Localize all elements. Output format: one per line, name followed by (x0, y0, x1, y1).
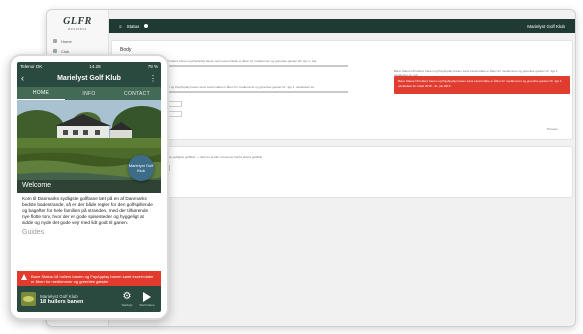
club-logo-label: Marielyst Golf Klub (128, 163, 154, 173)
club-name[interactable]: Marielyst Golf Klub (527, 24, 565, 29)
logo-subtext: BUSINESS (68, 26, 87, 31)
warning-icon (21, 274, 27, 280)
status-field[interactable]: 18 hullers banen og PayApplay banen samt… (148, 85, 314, 89)
welcome-label: Welcome (22, 182, 52, 189)
gear-icon: ⚙ (122, 290, 132, 302)
status-card: Body Header Bane Status:18 hullers banen… (111, 40, 573, 140)
settings-button[interactable]: ⚙ Settings (117, 290, 137, 307)
guides-heading: Guides (22, 229, 45, 237)
clock: 14.28 (89, 63, 101, 69)
status-bar: Telenor DK 14.28 78 % (17, 62, 161, 70)
course-thumbnail (21, 292, 36, 306)
sidebar-item-label: Home (61, 38, 72, 44)
course-name: 18 hullers banen (40, 298, 84, 305)
phone-device: Telenor DK 14.28 78 % ‹ Marielyst Golf K… (9, 54, 169, 320)
intro-paragraph: Kom til Danmarks sydligste golfbane tæt … (22, 196, 153, 226)
carrier-label: Telenor DK (20, 63, 43, 69)
tab-contact[interactable]: CONTACT (113, 87, 161, 100)
back-arrow-icon[interactable]: ‹ (21, 74, 31, 83)
alert-text: Bane Status:18 hullers banen og PayAppla… (31, 273, 154, 284)
app-logo: GLFR BUSINESS (47, 10, 108, 36)
battery-level: 78 % (147, 63, 158, 69)
tab-home[interactable]: HOME (17, 87, 65, 100)
sidebar-item-label: Club (61, 48, 70, 54)
phone-screen: Telenor DK 14.28 78 % ‹ Marielyst Golf K… (17, 62, 161, 312)
card-heading: Body (120, 47, 132, 53)
app-title: Marielyst Golf Klub (57, 75, 121, 82)
course-info[interactable]: Marielyst Golf Klub 18 hullers banen (40, 294, 117, 305)
club-logo-badge[interactable]: Marielyst Golf Klub (128, 155, 154, 181)
play-icon (143, 291, 151, 302)
app-bar: ‹ Marielyst Golf Klub ⋮ (17, 70, 161, 87)
status-alert-banner[interactable]: Bane Status:18 hullers banen og PayAppla… (17, 271, 161, 286)
sidebar-item-home[interactable]: Home (47, 36, 108, 46)
page-title: Status (126, 23, 140, 29)
info-icon[interactable] (144, 24, 149, 28)
field-underline (148, 91, 348, 93)
header-field[interactable]: Bane Status:18 hullers banen og PayAplay… (148, 59, 316, 63)
tab-info[interactable]: INFO (65, 87, 113, 100)
settings-label: Settings (121, 302, 133, 307)
tab-bar: HOME INFO CONTACT (17, 87, 161, 100)
screenshot-stage: GLFR BUSINESS Home Club ≡ Status Marielyst… (0, 0, 583, 334)
home-icon (53, 39, 57, 43)
menu-icon[interactable]: ≡ (119, 24, 122, 29)
club-icon (53, 49, 57, 53)
desktop-topbar: ≡ Status Marielyst Golf Klub (109, 19, 575, 33)
hero-image: Marielyst Golf Klub Welcome (17, 100, 161, 193)
bottom-bar: Marielyst Golf Klub 18 hullers banen ⚙ S… (17, 286, 161, 312)
field-underline (148, 65, 348, 67)
status-preview-banner: Bane Status:18 hullers banen og PayAppla… (394, 76, 570, 94)
start-game-label: Start Game (139, 302, 155, 307)
more-vert-icon[interactable]: ⋮ (147, 74, 157, 83)
desktop-main: Body Header Bane Status:18 hullers banen… (109, 38, 573, 322)
start-game-button[interactable]: Start Game (137, 291, 157, 307)
logo-text: GLFR (63, 15, 92, 27)
intro-card: Kom til Danmarks sydligste golfklub – i … (111, 146, 573, 198)
preview-footer: Preview (547, 127, 558, 131)
